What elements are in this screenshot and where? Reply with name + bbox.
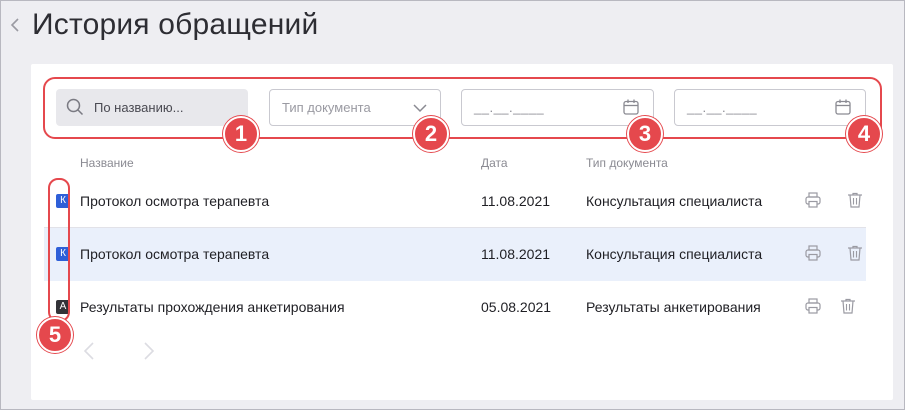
annotation-badge-4: 4 xyxy=(846,116,882,152)
row-name: Протокол осмотра терапевта xyxy=(80,246,270,262)
date-from-placeholder: __.__.____ xyxy=(474,100,545,115)
calendar-icon[interactable] xyxy=(834,98,852,121)
row-type: Консультация специалиста xyxy=(586,193,763,209)
row-type: Результаты анкетирования xyxy=(586,299,761,315)
table-row[interactable]: К Протокол осмотра терапевта 11.08.2021 … xyxy=(44,175,866,228)
printer-icon[interactable] xyxy=(804,191,822,214)
printer-icon[interactable] xyxy=(804,244,822,267)
trash-icon[interactable] xyxy=(846,191,864,214)
search-input[interactable] xyxy=(94,89,244,126)
page-title: История обращений xyxy=(32,8,319,41)
document-tag: А xyxy=(56,300,70,314)
printer-icon[interactable] xyxy=(804,297,822,320)
row-date: 11.08.2021 xyxy=(481,193,551,209)
annotation-badge-2: 2 xyxy=(413,116,449,152)
row-date: 05.08.2021 xyxy=(481,299,552,315)
document-tag: К xyxy=(56,194,70,208)
back-chevron-icon[interactable] xyxy=(9,16,23,34)
table-row-selected[interactable]: К Протокол осмотра терапевта 11.08.2021 … xyxy=(44,228,866,281)
doc-type-placeholder: Тип документа xyxy=(282,100,371,115)
date-from-field[interactable]: __.__.____ xyxy=(461,89,654,126)
search-icon xyxy=(66,98,84,121)
date-to-placeholder: __.__.____ xyxy=(687,100,758,115)
date-to-field[interactable]: __.__.____ xyxy=(674,89,866,126)
prev-page-chevron-icon[interactable] xyxy=(82,340,96,367)
doc-type-select[interactable]: Тип документа xyxy=(269,89,441,126)
trash-icon[interactable] xyxy=(839,297,857,320)
row-name: Результаты прохождения анкетирования xyxy=(80,299,345,315)
table-row[interactable]: А Результаты прохождения анкетирования 0… xyxy=(44,281,866,334)
document-tag: К xyxy=(56,247,70,261)
row-name: Протокол осмотра терапевта xyxy=(80,193,270,209)
row-type: Консультация специалиста xyxy=(586,246,763,262)
annotation-badge-3: 3 xyxy=(627,116,663,152)
next-page-chevron-icon[interactable] xyxy=(142,340,156,367)
column-header-date: Дата xyxy=(481,156,508,170)
column-header-type: Тип документа xyxy=(586,156,668,170)
search-field[interactable] xyxy=(56,89,248,126)
annotation-badge-5: 5 xyxy=(37,317,73,353)
column-header-name: Название xyxy=(80,156,134,170)
trash-icon[interactable] xyxy=(846,244,864,267)
row-date: 11.08.2021 xyxy=(481,246,551,262)
annotation-badge-1: 1 xyxy=(223,116,259,152)
